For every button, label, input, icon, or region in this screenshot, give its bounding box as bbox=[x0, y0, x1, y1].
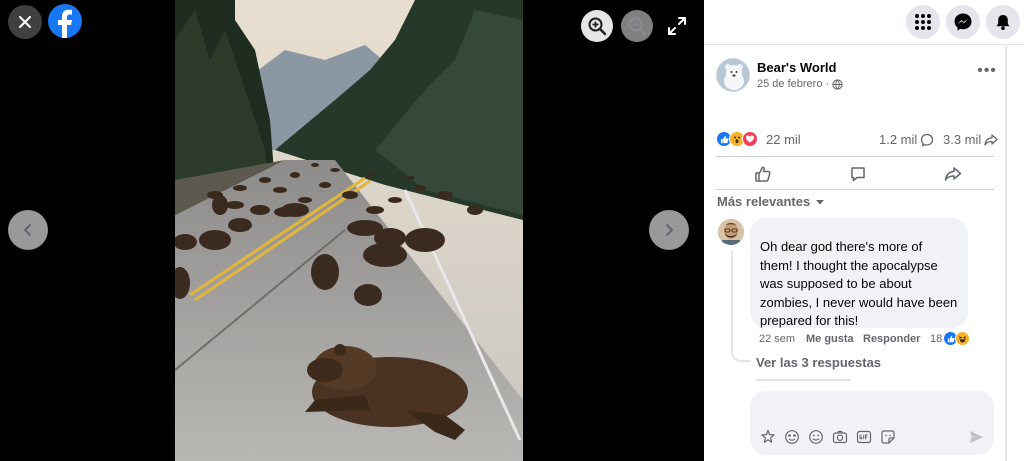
reaction-count[interactable]: 22 mil bbox=[766, 132, 801, 147]
comment-input[interactable] bbox=[760, 399, 980, 419]
share-count[interactable]: 3.3 mil bbox=[943, 132, 998, 147]
post-date-text[interactable]: 25 de febrero bbox=[757, 78, 822, 90]
commenter-avatar[interactable] bbox=[718, 219, 744, 245]
comment-meta: 22 sem Me gusta Responder 18 bbox=[759, 331, 979, 348]
like-icon[interactable] bbox=[752, 163, 774, 185]
post-actions bbox=[716, 156, 994, 190]
globe-icon bbox=[832, 78, 843, 90]
comment-reply-button[interactable]: Responder bbox=[863, 333, 920, 345]
reaction-icons[interactable] bbox=[716, 131, 758, 147]
divider bbox=[756, 379, 851, 381]
more-options-icon[interactable]: ••• bbox=[974, 63, 1000, 84]
author-name[interactable]: Bear's World bbox=[757, 60, 836, 75]
comment-text: Oh dear god there's more of them! I thou… bbox=[760, 239, 958, 328]
chevron-left-icon[interactable] bbox=[8, 210, 48, 250]
fullscreen-icon[interactable] bbox=[667, 16, 687, 36]
messenger-icon[interactable] bbox=[946, 5, 980, 39]
post-photo[interactable] bbox=[175, 0, 523, 461]
photo-viewer bbox=[0, 0, 704, 461]
zoom-in-icon[interactable] bbox=[581, 10, 613, 42]
send-icon[interactable] bbox=[968, 429, 984, 445]
notifications-bell-icon[interactable] bbox=[986, 5, 1020, 39]
comment-count-icon bbox=[921, 133, 934, 147]
post-panel: Bear's World 25 de febrero · ••• 22 mil … bbox=[704, 0, 1024, 461]
comment-composer bbox=[750, 391, 994, 455]
sticker-icon[interactable] bbox=[880, 429, 896, 445]
caret-down-icon bbox=[816, 199, 825, 204]
chevron-right-icon[interactable] bbox=[649, 210, 689, 250]
haha-reaction-icon bbox=[955, 331, 970, 346]
comment-reaction-icons[interactable] bbox=[943, 331, 970, 346]
scrollbar[interactable] bbox=[1005, 46, 1007, 461]
post-stats: 22 mil 1.2 mil 3.3 mil bbox=[716, 130, 1000, 150]
camera-icon[interactable] bbox=[832, 429, 848, 445]
comment-bubble: Oh dear god there's more of them! I thou… bbox=[750, 218, 968, 328]
comment-count[interactable]: 1.2 mil bbox=[879, 132, 934, 147]
gif-icon[interactable] bbox=[856, 429, 872, 445]
menu-grid-icon[interactable] bbox=[906, 5, 940, 39]
comment-icon[interactable] bbox=[847, 163, 869, 185]
comment-sort-dropdown[interactable]: Más relevantes bbox=[717, 194, 825, 209]
comment-like-button[interactable]: Me gusta bbox=[806, 333, 854, 345]
comment-sort-label: Más relevantes bbox=[717, 194, 811, 209]
post-date[interactable]: 25 de febrero · bbox=[757, 78, 843, 90]
facebook-logo-icon[interactable] bbox=[48, 4, 82, 38]
emoji-icon[interactable] bbox=[784, 429, 800, 445]
author-avatar[interactable] bbox=[716, 58, 750, 92]
share-count-text: 3.3 mil bbox=[943, 132, 982, 147]
share-count-icon bbox=[984, 133, 998, 146]
reply-thread-line bbox=[731, 250, 751, 362]
view-replies-link[interactable]: Ver las 3 respuestas bbox=[756, 355, 881, 370]
smiley-icon[interactable] bbox=[808, 429, 824, 445]
comment-time[interactable]: 22 sem bbox=[759, 333, 795, 345]
love-reaction-icon bbox=[742, 131, 758, 147]
top-bar bbox=[704, 0, 1024, 45]
post-header: Bear's World 25 de febrero · ••• bbox=[716, 58, 1006, 94]
share-icon[interactable] bbox=[942, 163, 964, 185]
comment-reaction-count[interactable]: 18 bbox=[930, 333, 942, 345]
avatar-sticker-icon[interactable] bbox=[760, 429, 776, 445]
zoom-out-icon[interactable] bbox=[621, 10, 653, 42]
close-icon[interactable] bbox=[8, 5, 42, 39]
comment-count-text: 1.2 mil bbox=[879, 132, 918, 147]
